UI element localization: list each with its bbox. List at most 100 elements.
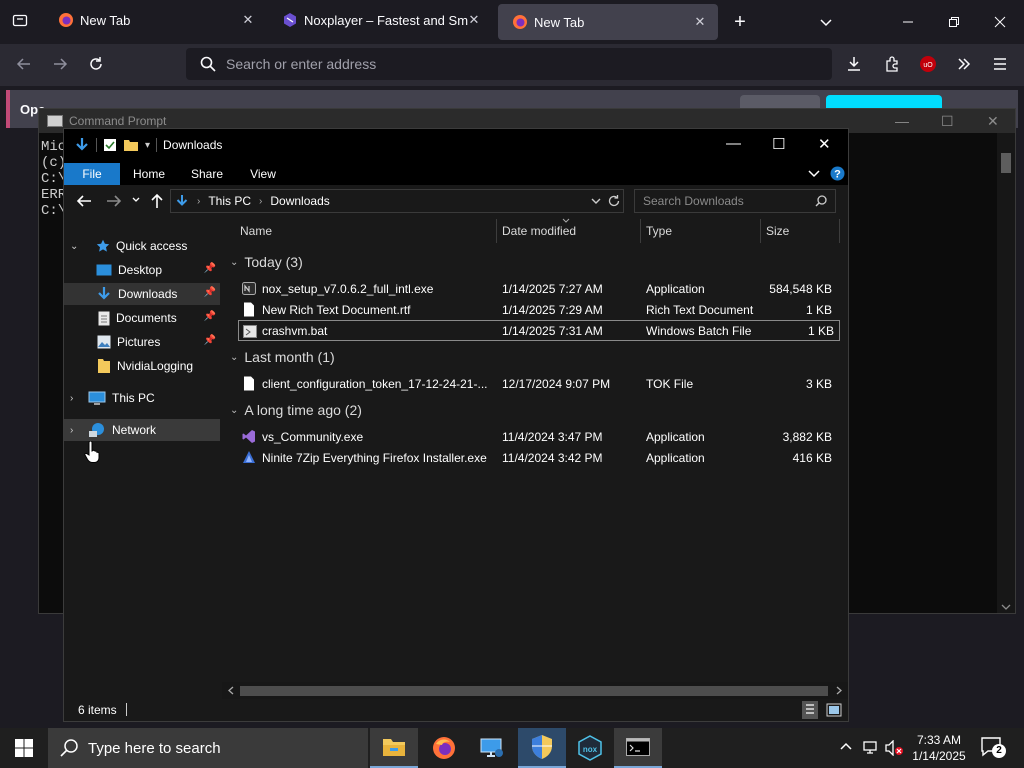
column-header-size[interactable]: Size — [766, 224, 789, 238]
close-icon[interactable]: ✕ — [692, 14, 708, 30]
tab-home[interactable]: Home — [126, 163, 172, 185]
browser-tab-1[interactable]: New Tab ✕ — [44, 0, 266, 40]
nav-network[interactable]: › Network — [64, 419, 220, 441]
taskbar-nox-player[interactable]: nox — [566, 728, 614, 768]
properties-icon[interactable] — [103, 138, 117, 152]
system-clock[interactable]: 7:33 AM 1/14/2025 — [904, 732, 974, 764]
refresh-icon[interactable] — [607, 194, 621, 208]
network-status-icon[interactable] — [862, 740, 880, 756]
file-row[interactable]: client_configuration_token_17-12-24-21-.… — [238, 373, 838, 394]
nav-nvidialogging[interactable]: NvidiaLogging — [64, 355, 220, 377]
taskbar-file-explorer[interactable] — [370, 728, 418, 768]
group-header-long-time-ago[interactable]: ⌄ A long time ago (2) — [230, 402, 362, 418]
column-divider[interactable] — [640, 219, 641, 243]
close-icon[interactable]: ✕ — [818, 135, 831, 153]
browser-tab-2[interactable]: Noxplayer – Fastest and Smoot ✕ — [268, 0, 492, 40]
breadcrumb[interactable]: › This PC › Downloads — [170, 189, 624, 213]
scroll-left-icon[interactable] — [228, 686, 234, 695]
taskbar-command-prompt[interactable] — [614, 728, 662, 768]
pin-icon[interactable]: 📌 — [204, 311, 216, 322]
file-row-selected[interactable]: crashvm.bat 1/14/2025 7:31 AM Windows Ba… — [238, 320, 840, 341]
new-tab-button[interactable]: + — [724, 6, 756, 38]
scroll-thumb[interactable] — [1001, 153, 1011, 173]
pin-icon[interactable]: 📌 — [204, 287, 216, 298]
taskbar-remote-desktop[interactable] — [468, 728, 516, 768]
column-header-type[interactable]: Type — [646, 224, 672, 238]
browser-tab-3-active[interactable]: New Tab ✕ — [498, 4, 718, 40]
chevron-down-icon[interactable]: ⌄ — [70, 241, 84, 252]
overflow-icon[interactable] — [948, 48, 980, 80]
column-divider[interactable] — [760, 219, 761, 243]
cmd-scrollbar[interactable] — [997, 133, 1015, 613]
tab-file[interactable]: File — [64, 163, 120, 185]
back-icon[interactable] — [76, 194, 92, 208]
chevron-down-icon[interactable]: ⌄ — [230, 352, 238, 363]
column-divider[interactable] — [496, 219, 497, 243]
nav-documents[interactable]: Documents 📌 — [64, 307, 220, 329]
file-row[interactable]: New Rich Text Document.rtf 1/14/2025 7:2… — [238, 299, 838, 320]
restore-icon[interactable] — [938, 6, 970, 38]
chevron-down-icon[interactable]: ⌄ — [230, 405, 238, 416]
maximize-icon[interactable]: ☐ — [941, 113, 954, 130]
horizontal-scrollbar[interactable] — [222, 682, 848, 699]
help-icon[interactable]: ? — [830, 166, 845, 181]
pin-icon[interactable]: 📌 — [204, 335, 216, 346]
reload-icon[interactable] — [80, 48, 112, 80]
pin-icon[interactable]: 📌 — [204, 263, 216, 274]
column-divider[interactable] — [839, 219, 840, 243]
back-icon[interactable] — [8, 48, 40, 80]
nav-pictures[interactable]: Pictures 📌 — [64, 331, 220, 353]
taskbar-security-app[interactable] — [518, 728, 566, 768]
ublock-icon[interactable]: uO — [912, 48, 944, 80]
scroll-thumb[interactable] — [240, 686, 828, 696]
minimize-icon[interactable]: — — [895, 113, 909, 129]
file-row[interactable]: Ninite 7Zip Everything Firefox Installer… — [238, 447, 838, 468]
forward-icon[interactable] — [106, 194, 122, 208]
column-header-date-modified[interactable]: Date modified — [502, 224, 576, 238]
up-icon[interactable] — [150, 193, 164, 209]
breadcrumb-this-pc[interactable]: This PC — [208, 194, 251, 208]
group-header-today[interactable]: ⌄ Today (3) — [230, 254, 303, 270]
chevron-down-icon[interactable]: ⌄ — [230, 257, 238, 268]
tab-view[interactable]: View — [240, 163, 286, 185]
new-folder-icon[interactable] — [123, 138, 139, 152]
minimize-icon[interactable] — [892, 6, 924, 38]
nav-this-pc[interactable]: › This PC — [64, 387, 220, 409]
group-header-last-month[interactable]: ⌄ Last month (1) — [230, 349, 335, 365]
file-row[interactable]: vs_Community.exe 11/4/2024 3:47 PM Appli… — [238, 426, 838, 447]
scroll-right-icon[interactable] — [836, 686, 842, 695]
extensions-icon[interactable] — [876, 48, 908, 80]
close-window-icon[interactable] — [984, 6, 1016, 38]
taskbar-search-box[interactable]: Type here to search — [48, 728, 368, 768]
forward-icon[interactable] — [44, 48, 76, 80]
recent-locations-icon[interactable] — [132, 197, 140, 203]
tab-share[interactable]: Share — [184, 163, 230, 185]
minimize-icon[interactable]: — — [726, 135, 741, 152]
chevron-right-icon[interactable]: › — [70, 393, 84, 404]
nav-desktop[interactable]: Desktop 📌 — [64, 259, 220, 281]
show-hidden-icons-icon[interactable] — [840, 742, 852, 750]
download-icon[interactable] — [838, 48, 870, 80]
explorer-title-bar[interactable]: ▾ Downloads — ☐ ✕ — [64, 129, 848, 161]
chevron-down-icon[interactable] — [591, 198, 601, 205]
start-button[interactable] — [0, 728, 48, 768]
close-icon[interactable]: ✕ — [466, 12, 482, 28]
close-icon[interactable]: ✕ — [240, 12, 256, 28]
close-icon[interactable]: ✕ — [987, 113, 999, 130]
scroll-down-icon[interactable] — [1001, 603, 1011, 611]
customize-toolbar-icon[interactable]: ▾ — [145, 140, 150, 151]
column-header-name[interactable]: Name — [240, 224, 272, 238]
chevron-down-icon[interactable] — [810, 6, 842, 38]
expand-ribbon-icon[interactable] — [808, 169, 820, 179]
maximize-icon[interactable]: ☐ — [772, 135, 785, 153]
notification-center-button[interactable]: 2 — [980, 736, 1006, 760]
large-icons-view-icon[interactable] — [826, 703, 842, 717]
address-bar[interactable]: Search or enter address — [186, 48, 832, 80]
details-view-icon[interactable] — [802, 701, 818, 719]
search-downloads-input[interactable]: Search Downloads — [634, 189, 836, 213]
taskbar-firefox[interactable] — [420, 728, 468, 768]
chevron-right-icon[interactable]: › — [70, 425, 84, 436]
breadcrumb-downloads[interactable]: Downloads — [270, 194, 329, 208]
hamburger-menu-icon[interactable] — [984, 48, 1016, 80]
file-row[interactable]: nox_setup_v7.0.6.2_full_intl.exe 1/14/20… — [238, 278, 838, 299]
